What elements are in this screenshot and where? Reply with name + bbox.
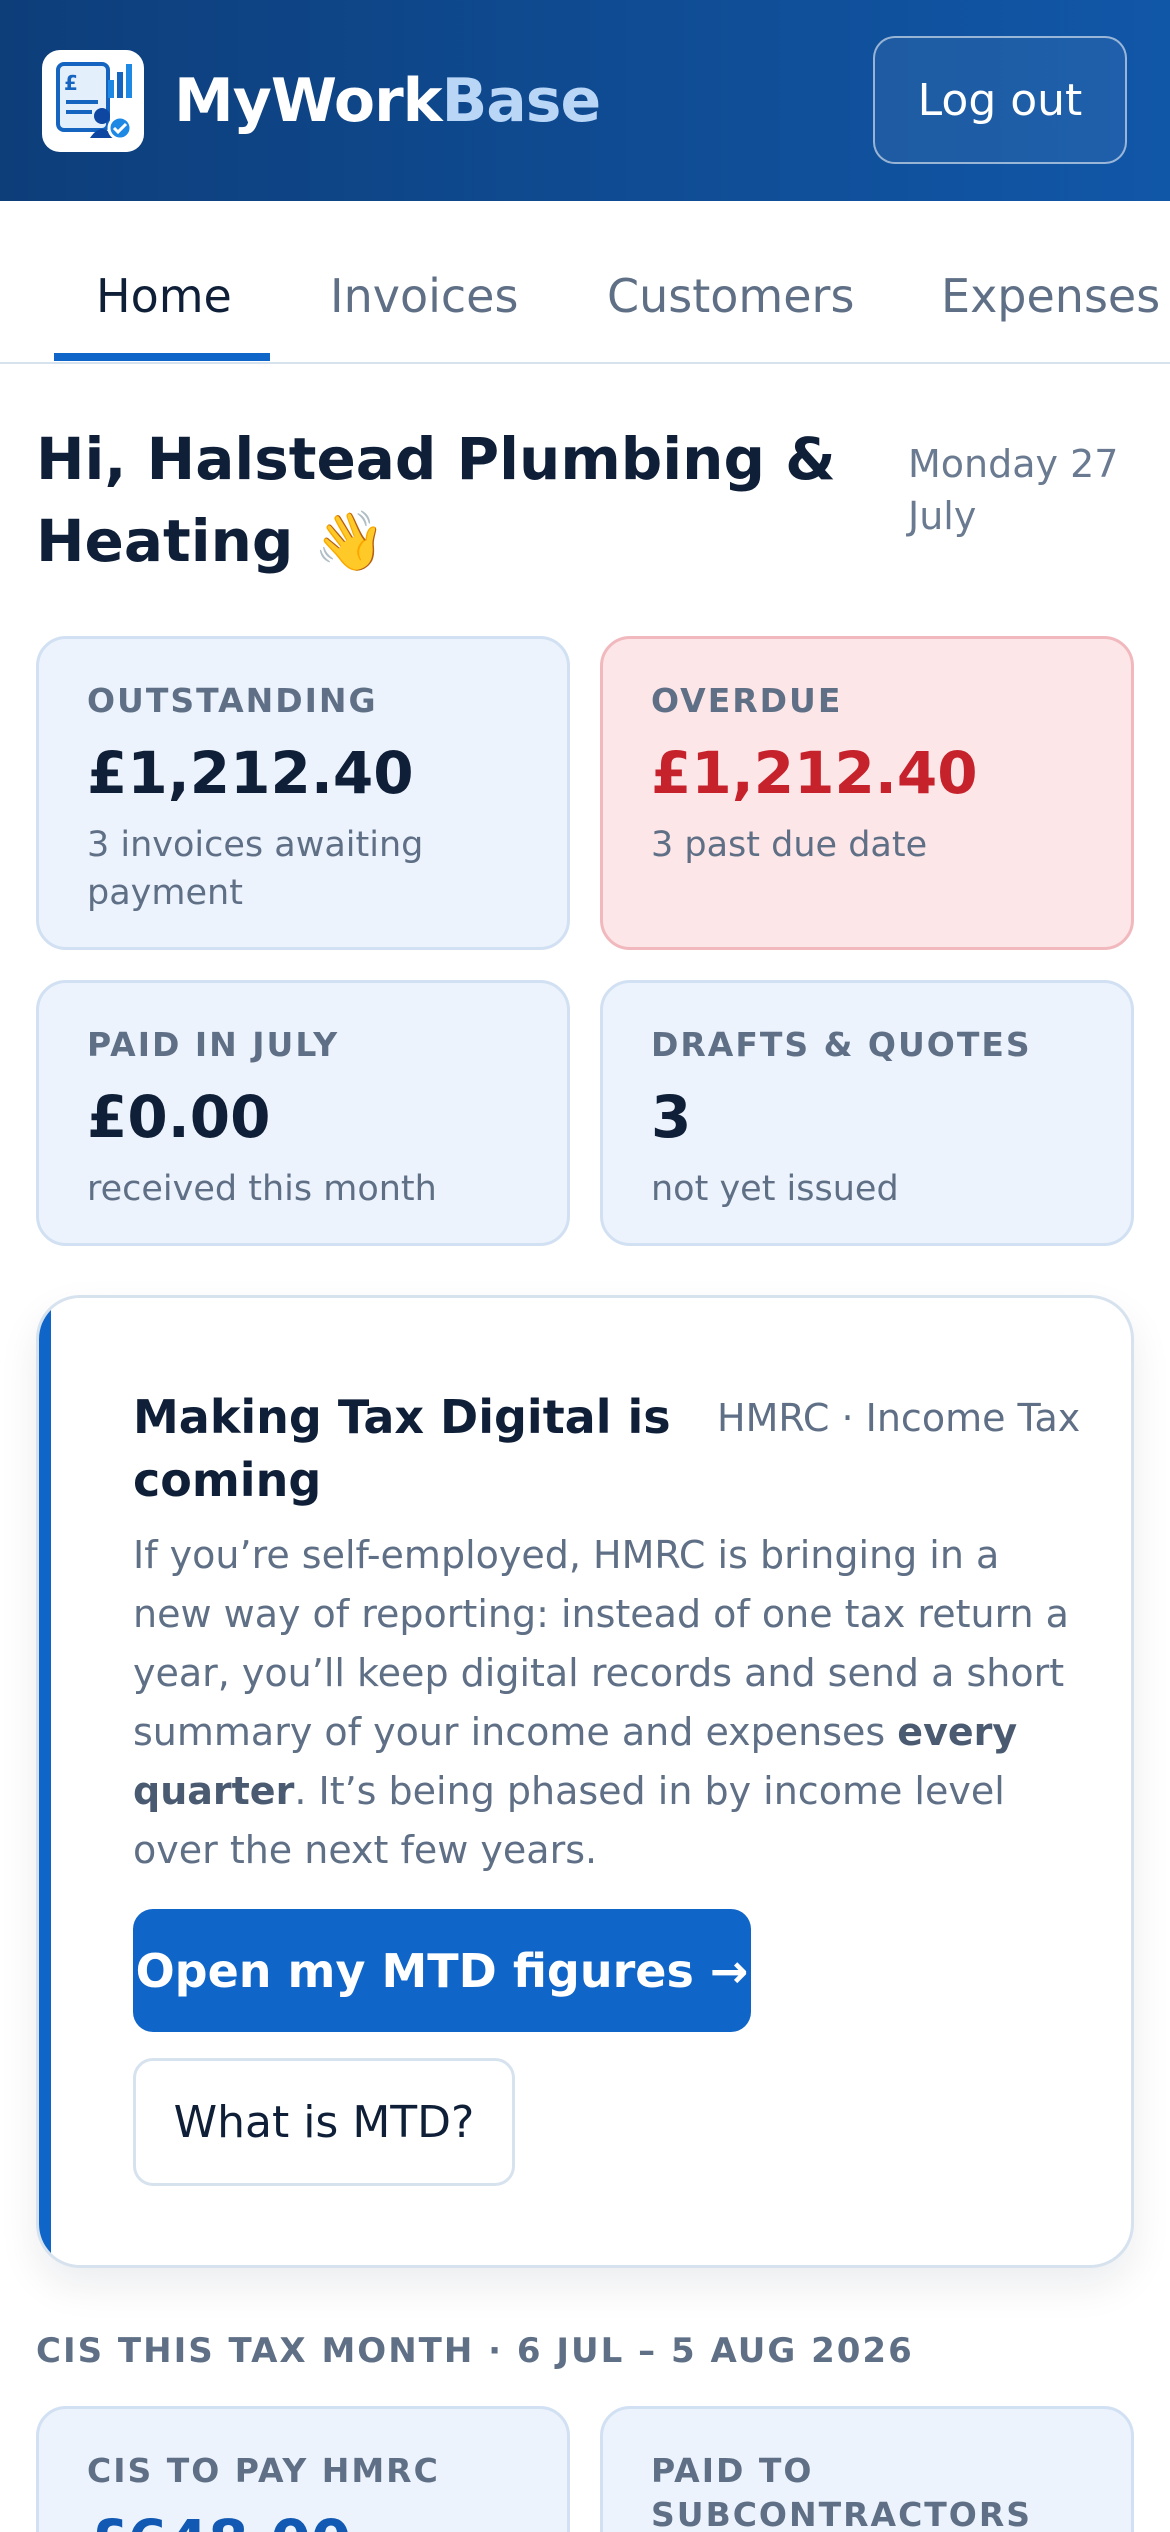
app-brand: MyWorkBase — [174, 66, 602, 136]
current-date: Monday 27 July — [908, 442, 1119, 538]
card-subtext: 3 invoices awaiting payment — [87, 825, 424, 913]
card-accent-stripe — [39, 1298, 51, 2265]
cis-section-heading: CIS THIS TAX MONTH · 6 JUL – 5 AUG 2026 — [36, 2331, 914, 2371]
main-tabs: Home Invoices Customers Expenses — [0, 201, 1170, 364]
card-label: PAID TO SUBCONTRACTORS — [651, 2451, 1033, 2532]
card-value: £648.00 — [87, 2507, 351, 2532]
card-value: 3 — [651, 1083, 692, 1151]
paid-in-july-card[interactable]: PAID IN JULY £0.00 received this month — [36, 980, 570, 1246]
paid-to-subcontractors-card[interactable]: PAID TO SUBCONTRACTORS — [600, 2406, 1134, 2532]
app-logo[interactable]: £ — [42, 50, 144, 152]
card-label: OUTSTANDING — [87, 681, 378, 720]
card-label: OVERDUE — [651, 681, 843, 720]
outstanding-card[interactable]: OUTSTANDING £1,212.40 3 invoices awaitin… — [36, 636, 570, 950]
overdue-card[interactable]: OVERDUE £1,212.40 3 past due date — [600, 636, 1134, 950]
invoice-chart-logo-icon: £ — [56, 62, 133, 141]
card-label: CIS TO PAY HMRC — [87, 2451, 440, 2490]
mtd-title: Making Tax Digital is coming — [133, 1390, 671, 1507]
greeting-text: Hi, Halstead Plumbing & Heating — [36, 425, 836, 575]
drafts-quotes-card[interactable]: DRAFTS & QUOTES 3 not yet issued — [600, 980, 1134, 1246]
mtd-description: If you’re self-employed, HMRC is bringin… — [133, 1526, 1073, 1880]
card-subtext: not yet issued — [651, 1169, 899, 1209]
card-subtext: received this month — [87, 1169, 437, 1209]
tab-invoices[interactable]: Invoices — [330, 269, 518, 323]
app-header: £ MyWorkBase Log out — [0, 0, 1170, 201]
active-tab-indicator — [54, 353, 270, 361]
logout-button[interactable]: Log out — [873, 36, 1127, 164]
tab-home[interactable]: Home — [96, 269, 232, 323]
card-subtext: 3 past due date — [651, 825, 928, 865]
cis-to-pay-card[interactable]: CIS TO PAY HMRC £648.00 — [36, 2406, 570, 2532]
card-label: DRAFTS & QUOTES — [651, 1025, 1032, 1064]
card-label: PAID IN JULY — [87, 1025, 340, 1064]
card-value: £0.00 — [87, 1083, 271, 1151]
mtd-tag: HMRC · Income Tax — [717, 1396, 1081, 1440]
brand-main: MyWork — [174, 66, 443, 136]
greeting-heading: Hi, Halstead Plumbing & Heating 👋 — [36, 418, 836, 582]
brand-accent: Base — [441, 66, 602, 136]
waving-hand-icon: 👋 — [313, 507, 386, 575]
card-value: £1,212.40 — [651, 739, 978, 807]
tab-customers[interactable]: Customers — [607, 269, 854, 323]
card-value: £1,212.40 — [87, 739, 414, 807]
svg-text:£: £ — [64, 71, 78, 95]
mtd-info-card: Making Tax Digital is coming HMRC · Inco… — [36, 1295, 1134, 2268]
open-mtd-figures-button[interactable]: Open my MTD figures → — [133, 1909, 751, 2032]
tab-expenses[interactable]: Expenses — [941, 269, 1160, 323]
what-is-mtd-button[interactable]: What is MTD? — [133, 2058, 515, 2186]
